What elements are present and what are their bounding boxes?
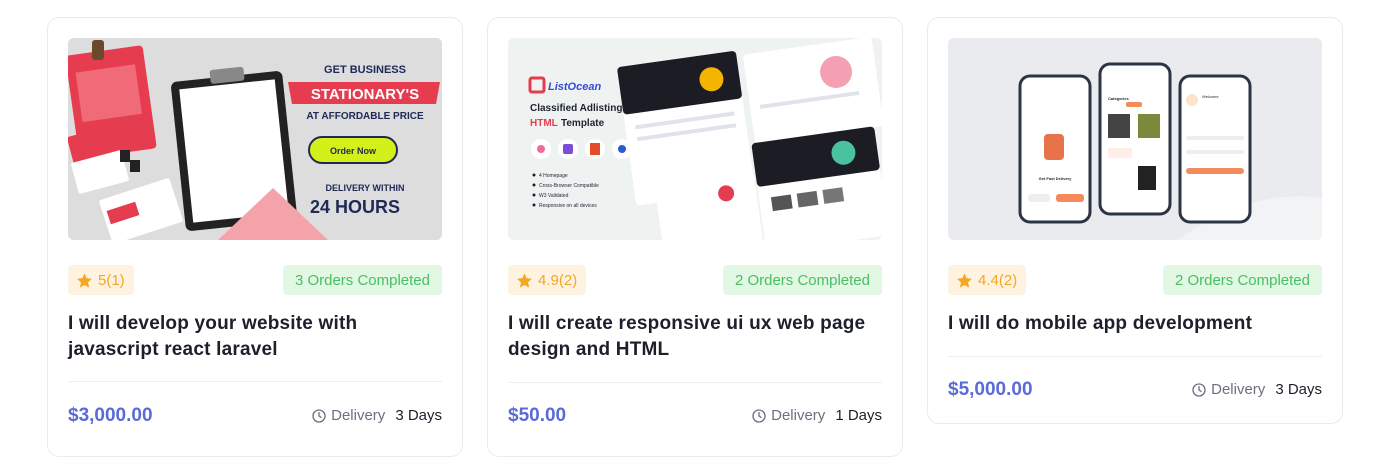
clock-icon	[312, 408, 326, 423]
delivery-info: Delivery 1 Days	[751, 407, 882, 424]
service-thumbnail[interactable]: ListOcean Classified Adlisting HTML Temp…	[508, 38, 882, 240]
service-card[interactable]: GET BUSINESS STATIONARY'S AT AFFORDABLE …	[47, 17, 463, 457]
service-price: $50.00	[508, 405, 567, 426]
delivery-label: Delivery	[771, 407, 826, 424]
delivery-days: 3 Days	[1275, 381, 1322, 398]
star-icon	[957, 272, 972, 288]
screen3-text: Welcome	[1202, 94, 1219, 99]
service-price: $5,000.00	[948, 379, 1033, 400]
star-icon	[77, 272, 92, 288]
rating-badge: 4.4(2)	[948, 265, 1027, 295]
service-title[interactable]: I will do mobile app development	[948, 311, 1322, 337]
thumb-heading1: Classified Adlisting	[530, 103, 622, 114]
mobile-app-mockup-image: Get Fast Delivery Categories Welcome	[948, 38, 1322, 240]
thumb-button: Order Now	[330, 146, 377, 156]
clock-icon	[752, 408, 766, 423]
stationery-mockup-image: GET BUSINESS STATIONARY'S AT AFFORDABLE …	[68, 38, 442, 240]
listocean-template-image: ListOcean Classified Adlisting HTML Temp…	[508, 38, 882, 240]
service-card[interactable]: Get Fast Delivery Categories Welcome 4.4…	[927, 17, 1343, 424]
delivery-label: Delivery	[331, 407, 386, 424]
thumb-feature: Responsive on all devices	[539, 203, 597, 209]
rating-badge: 4.9(2)	[508, 265, 587, 295]
divider	[508, 382, 882, 383]
service-thumbnail[interactable]: Get Fast Delivery Categories Welcome	[948, 38, 1322, 240]
rating-badge: 5(1)	[68, 265, 134, 295]
orders-completed-badge: 3 Orders Completed	[282, 265, 442, 295]
service-title[interactable]: I will create responsive ui ux web page …	[508, 311, 882, 363]
service-price: $3,000.00	[68, 405, 153, 426]
clock-icon	[1192, 382, 1206, 397]
divider	[68, 381, 442, 382]
thumb-line4: DELIVERY WITHIN	[325, 183, 404, 193]
delivery-info: Delivery 3 Days	[1191, 381, 1322, 398]
service-title[interactable]: I will develop your website with javascr…	[68, 311, 442, 363]
thumb-line2: STATIONARY'S	[311, 86, 419, 103]
service-card[interactable]: ListOcean Classified Adlisting HTML Temp…	[487, 17, 903, 457]
delivery-info: Delivery 3 Days	[311, 407, 442, 424]
thumb-heading3: Template	[561, 118, 605, 129]
thumb-brand: ListOcean	[548, 81, 601, 93]
rating-value: 5(1)	[98, 271, 125, 289]
delivery-days: 1 Days	[835, 407, 882, 424]
orders-completed-badge: 2 Orders Completed	[722, 265, 882, 295]
orders-completed-badge: 2 Orders Completed	[1162, 265, 1322, 295]
thumb-line3: AT AFFORDABLE PRICE	[306, 111, 424, 122]
thumb-line1: GET BUSINESS	[324, 64, 406, 76]
screen1-text: Get Fast Delivery	[1039, 176, 1072, 181]
rating-value: 4.9(2)	[538, 271, 578, 289]
screen2-text: Categories	[1108, 96, 1129, 101]
rating-value: 4.4(2)	[978, 271, 1018, 289]
thumb-feature: W3 Validated	[539, 193, 569, 199]
thumb-heading2: HTML	[530, 118, 558, 129]
thumb-line5: 24 HOURS	[310, 197, 400, 217]
thumb-feature: 4 Homepage	[539, 173, 568, 179]
divider	[948, 356, 1322, 357]
thumb-feature: Cross-Browser Compatible	[539, 183, 599, 189]
delivery-days: 3 Days	[395, 407, 442, 424]
delivery-label: Delivery	[1211, 381, 1266, 398]
star-icon	[517, 272, 532, 288]
service-thumbnail[interactable]: GET BUSINESS STATIONARY'S AT AFFORDABLE …	[68, 38, 442, 240]
